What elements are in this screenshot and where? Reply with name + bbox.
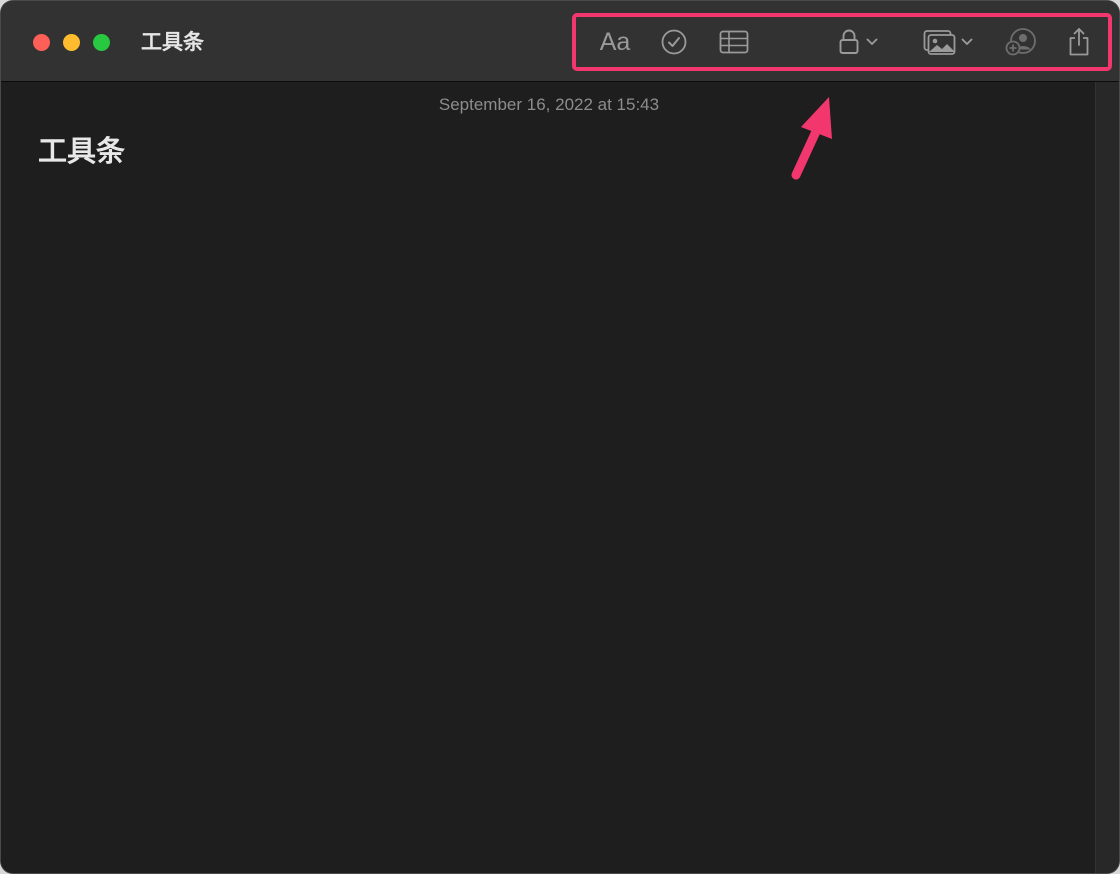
maximize-window-button[interactable] [93, 34, 110, 51]
photo-icon [923, 28, 957, 56]
chevron-down-icon [961, 38, 973, 46]
checklist-button[interactable] [657, 23, 691, 61]
notes-window: 工具条 Aa September 16, 2022 at 15:43 工具条 [1, 1, 1119, 873]
window-title: 工具条 [141, 30, 204, 54]
lock-icon [838, 28, 860, 56]
add-person-icon [1005, 27, 1037, 57]
scrollbar-track[interactable] [1095, 82, 1119, 873]
note-editor[interactable]: September 16, 2022 at 15:43 工具条 [1, 82, 1095, 873]
table-icon [719, 30, 749, 54]
media-button[interactable] [917, 23, 979, 61]
note-date: September 16, 2022 at 15:43 [438, 95, 660, 114]
minimize-window-button[interactable] [63, 34, 80, 51]
lock-note-button[interactable] [833, 23, 883, 61]
note-title[interactable]: 工具条 [38, 128, 125, 170]
collaborate-button[interactable] [1003, 23, 1039, 61]
chevron-down-icon [866, 38, 878, 46]
close-window-button[interactable] [33, 34, 50, 51]
annotation-arrow [781, 91, 851, 195]
text-format-icon: Aa [599, 27, 631, 56]
format-text-button[interactable]: Aa [594, 23, 636, 61]
checkmark-circle-icon [661, 29, 687, 55]
share-icon [1067, 27, 1091, 57]
table-button[interactable] [717, 23, 751, 61]
title-bar: 工具条 Aa [1, 1, 1119, 82]
share-button[interactable] [1063, 23, 1095, 61]
